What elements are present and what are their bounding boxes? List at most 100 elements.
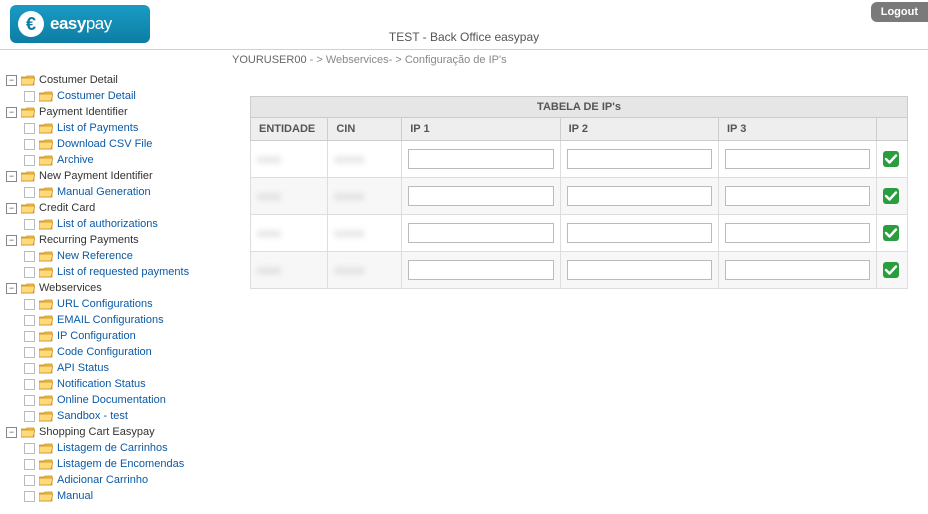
folder-icon <box>39 347 53 358</box>
ip1-input[interactable] <box>408 186 553 206</box>
folder-open-icon <box>21 107 35 118</box>
cell-ip2 <box>560 178 718 215</box>
folder-icon <box>39 267 53 278</box>
tree-toggle-icon[interactable]: − <box>6 107 17 118</box>
ip2-input[interactable] <box>567 186 712 206</box>
cell-entidade: xxxx <box>251 178 328 215</box>
sidebar-item[interactable]: ·API Status <box>24 360 226 376</box>
sidebar-item-label: Costumer Detail <box>57 88 136 104</box>
cell-ip3 <box>718 178 876 215</box>
sidebar-item[interactable]: ·Adicionar Carrinho <box>24 472 226 488</box>
sidebar-group[interactable]: − Webservices <box>6 280 226 296</box>
logo[interactable]: € easypay <box>10 5 150 43</box>
cell-action <box>877 178 908 215</box>
ip3-input[interactable] <box>725 223 870 243</box>
ip2-input[interactable] <box>567 223 712 243</box>
sidebar-item-label: New Reference <box>57 248 133 264</box>
ip3-input[interactable] <box>725 260 870 280</box>
folder-icon <box>39 251 53 262</box>
logout-button[interactable]: Logout <box>871 2 928 22</box>
cell-ip1 <box>402 215 560 252</box>
sidebar-item[interactable]: ·Notification Status <box>24 376 226 392</box>
folder-open-icon <box>21 427 35 438</box>
sidebar-item[interactable]: · New Reference <box>24 248 226 264</box>
folder-icon <box>39 395 53 406</box>
sidebar-item-label: List of Payments <box>57 120 138 136</box>
cell-ip3 <box>718 141 876 178</box>
sidebar-group[interactable]: − Shopping Cart Easypay <box>6 424 226 440</box>
sidebar-item[interactable]: ·EMAIL Configurations <box>24 312 226 328</box>
confirm-icon[interactable] <box>883 225 901 241</box>
ip1-input[interactable] <box>408 149 553 169</box>
sidebar-item[interactable]: ·Listagem de Carrinhos <box>24 440 226 456</box>
tree-leaf-icon: · <box>24 363 35 374</box>
tree-toggle-icon[interactable]: − <box>6 75 17 86</box>
table-caption: TABELA DE IP's <box>250 96 908 117</box>
folder-icon <box>39 91 53 102</box>
cell-ip3 <box>718 252 876 289</box>
sidebar-group[interactable]: −Costumer Detail <box>6 72 226 88</box>
folder-icon <box>39 443 53 454</box>
cell-cin: xxxxx <box>328 215 402 252</box>
tree-leaf-icon: · <box>24 251 35 262</box>
sidebar-group-label: Webservices <box>39 280 102 296</box>
folder-icon <box>39 491 53 502</box>
tree-leaf-icon: · <box>24 155 35 166</box>
sidebar-item[interactable]: ·Online Documentation <box>24 392 226 408</box>
folder-icon <box>39 363 53 374</box>
th-ip2: IP 2 <box>560 118 718 141</box>
ip1-input[interactable] <box>408 260 553 280</box>
sidebar-item[interactable]: ·List of authorizations <box>24 216 226 232</box>
sidebar-item[interactable]: ·Download CSV File <box>24 136 226 152</box>
tree-leaf-icon: · <box>24 123 35 134</box>
confirm-icon[interactable] <box>883 151 901 167</box>
sidebar-item[interactable]: ·IP Configuration <box>24 328 226 344</box>
sidebar-item[interactable]: ·Manual <box>24 488 226 504</box>
tree-leaf-icon: · <box>24 347 35 358</box>
tree-toggle-icon[interactable]: − <box>6 235 17 246</box>
sidebar-item-label: Download CSV File <box>57 136 152 152</box>
cell-ip2 <box>560 215 718 252</box>
ip2-input[interactable] <box>567 149 712 169</box>
sidebar-group[interactable]: −Credit Card <box>6 200 226 216</box>
tree-toggle-icon[interactable]: − <box>6 283 17 294</box>
sidebar-item[interactable]: · List of requested payments <box>24 264 226 280</box>
tree-toggle-icon[interactable]: − <box>6 171 17 182</box>
sidebar-item[interactable]: ·Listagem de Encomendas <box>24 456 226 472</box>
sidebar-group-label: Shopping Cart Easypay <box>39 424 155 440</box>
confirm-icon[interactable] <box>883 188 901 204</box>
tree-toggle-icon[interactable]: − <box>6 203 17 214</box>
sidebar-group[interactable]: −New Payment Identifier <box>6 168 226 184</box>
tree-leaf-icon: · <box>24 443 35 454</box>
tree-leaf-icon: · <box>24 475 35 486</box>
ip3-input[interactable] <box>725 186 870 206</box>
confirm-icon[interactable] <box>883 262 901 278</box>
content: TABELA DE IP's ENTIDADE CIN IP 1 IP 2 IP… <box>230 66 928 514</box>
sidebar-item[interactable]: ·Manual Generation <box>24 184 226 200</box>
breadcrumb-user: YOURUSER00 <box>232 54 307 66</box>
sidebar-item[interactable]: · List of Payments <box>24 120 226 136</box>
folder-icon <box>39 299 53 310</box>
ip3-input[interactable] <box>725 149 870 169</box>
ip1-input[interactable] <box>408 223 553 243</box>
folder-open-icon <box>21 235 35 246</box>
sidebar-item[interactable]: ·Archive <box>24 152 226 168</box>
th-entidade: ENTIDADE <box>251 118 328 141</box>
sidebar-group[interactable]: −Payment Identifier <box>6 104 226 120</box>
sidebar-item-label: List of requested payments <box>57 264 189 280</box>
sidebar: −Costumer Detail · Costumer Detail−Payment… <box>0 66 230 514</box>
sidebar-item[interactable]: · Costumer Detail <box>24 88 226 104</box>
tree-leaf-icon: · <box>24 267 35 278</box>
sidebar-item[interactable]: ·URL Configurations <box>24 296 226 312</box>
cell-ip1 <box>402 141 560 178</box>
ip2-input[interactable] <box>567 260 712 280</box>
breadcrumb-part-1[interactable]: Webservices <box>326 54 389 66</box>
cell-action <box>877 252 908 289</box>
tree-leaf-icon: · <box>24 91 35 102</box>
tree-toggle-icon[interactable]: − <box>6 427 17 438</box>
logo-text: easypay <box>50 14 112 34</box>
sidebar-group[interactable]: − Recurring Payments <box>6 232 226 248</box>
sidebar-item[interactable]: ·Code Configuration <box>24 344 226 360</box>
sidebar-group-label: Recurring Payments <box>39 232 139 248</box>
sidebar-item[interactable]: ·Sandbox - test <box>24 408 226 424</box>
